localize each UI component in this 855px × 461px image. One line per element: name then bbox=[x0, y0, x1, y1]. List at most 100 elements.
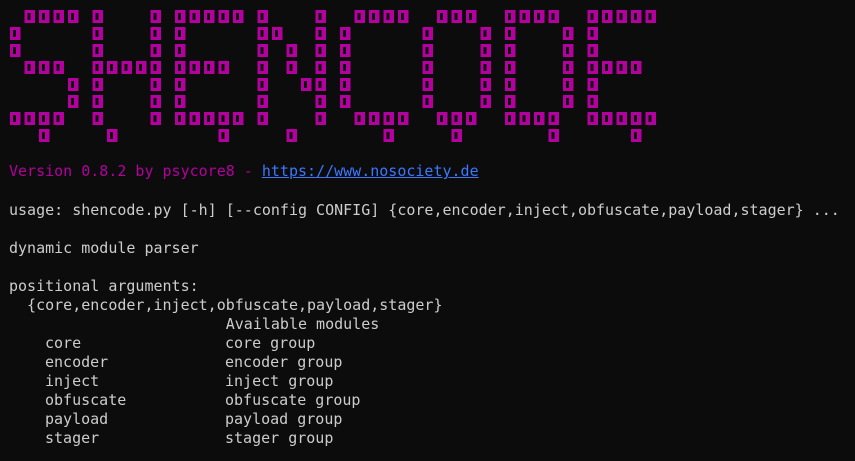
banner-block-stripe bbox=[178, 81, 181, 88]
banner-block-stripe bbox=[386, 132, 390, 139]
banner-block-stripe bbox=[619, 64, 623, 71]
banner-block-stripe bbox=[153, 64, 157, 71]
module-name-encoder: encoder bbox=[45, 353, 109, 371]
banner-block-stripe bbox=[139, 64, 142, 71]
banner-block-stripe bbox=[566, 98, 569, 105]
version-text: Version 0.8.2 by psycore8 - bbox=[9, 162, 262, 180]
banner-block-stripe bbox=[110, 64, 113, 71]
positional-header: positional arguments: bbox=[9, 277, 199, 295]
banner-block-stripe bbox=[634, 13, 637, 20]
banner-block-stripe bbox=[124, 64, 128, 71]
banner-block-stripe bbox=[605, 115, 608, 122]
banner-block-stripe bbox=[401, 13, 404, 20]
banner-block-stripe bbox=[260, 64, 264, 71]
banner-block-stripe bbox=[454, 132, 458, 139]
banner-block-stripe bbox=[27, 13, 31, 20]
banner-block-stripe bbox=[260, 115, 264, 122]
banner-block-stripe bbox=[508, 47, 511, 54]
banner-block-stripe bbox=[56, 64, 60, 71]
banner-block-stripe bbox=[304, 81, 307, 88]
banner-block-stripe bbox=[260, 30, 264, 37]
banner-block-stripe bbox=[483, 81, 487, 88]
banner-block-stripe bbox=[318, 13, 322, 20]
banner-block-stripe bbox=[153, 115, 157, 122]
banner-block-stripe bbox=[590, 98, 594, 105]
banner-block-stripe bbox=[401, 115, 404, 122]
banner-block-stripe bbox=[469, 115, 472, 122]
banner-block-stripe bbox=[566, 47, 569, 54]
module-name-payload: payload bbox=[45, 410, 109, 428]
banner-block-stripe bbox=[566, 64, 569, 71]
banner-block-stripe bbox=[27, 64, 31, 71]
website-link[interactable]: https://www.nosociety.de bbox=[262, 162, 479, 180]
banner-block-stripe bbox=[425, 47, 429, 54]
available-modules-line: Available modules bbox=[9, 315, 380, 333]
banner-block-stripe bbox=[207, 13, 210, 20]
banner-block-stripe bbox=[192, 13, 196, 20]
banner-block-stripe bbox=[260, 47, 264, 54]
terminal-window[interactable]: Version 0.8.2 by psycore8 - https://www.… bbox=[0, 0, 855, 461]
ascii-art-banner bbox=[10, 10, 656, 142]
banner-block-stripe bbox=[522, 115, 526, 122]
banner-block-stripe bbox=[178, 30, 181, 37]
banner-block-stripe bbox=[634, 115, 637, 122]
banner-block-stripe bbox=[95, 81, 99, 88]
module-desc-encoder: encoder group bbox=[225, 353, 343, 371]
banner-block-stripe bbox=[71, 13, 74, 20]
description-line: dynamic module parser bbox=[9, 239, 199, 257]
banner-block-stripe bbox=[110, 132, 113, 139]
version-line: Version 0.8.2 by psycore8 - https://www.… bbox=[9, 162, 479, 181]
banner-block-stripe bbox=[95, 30, 99, 37]
banner-block-stripe bbox=[551, 132, 555, 139]
module-name-core: core bbox=[45, 334, 82, 352]
banner-block-stripe bbox=[343, 47, 346, 54]
banner-block-stripe bbox=[153, 13, 157, 20]
usage-line: usage: shencode.py [-h] [--config CONFIG… bbox=[9, 201, 840, 219]
module-desc-payload: payload group bbox=[225, 410, 343, 428]
banner-block-stripe bbox=[178, 64, 181, 71]
banner-block-stripe bbox=[469, 13, 472, 20]
banner-block-stripe bbox=[508, 13, 511, 20]
module-name-inject: inject bbox=[45, 372, 100, 390]
banner-block-stripe bbox=[153, 81, 157, 88]
banner-block-stripe bbox=[648, 115, 652, 122]
banner-block-stripe bbox=[634, 132, 637, 139]
banner-block-stripe bbox=[590, 115, 594, 122]
banner-block-stripe bbox=[537, 115, 540, 122]
banner-block-stripe bbox=[153, 30, 157, 37]
banner-block-stripe bbox=[95, 64, 99, 71]
banner-block-stripe bbox=[192, 64, 196, 71]
banner-block-stripe bbox=[590, 13, 594, 20]
module-desc-stager: stager group bbox=[225, 429, 334, 447]
banner-block-stripe bbox=[318, 81, 322, 88]
banner-block-stripe bbox=[522, 13, 526, 20]
banner-block-stripe bbox=[42, 64, 45, 71]
module-desc-obfuscate: obfuscate group bbox=[225, 391, 361, 409]
banner-block-stripe bbox=[221, 115, 225, 122]
banner-block-stripe bbox=[566, 30, 569, 37]
banner-block-stripe bbox=[483, 47, 487, 54]
banner-block-stripe bbox=[275, 30, 278, 37]
banner-block-stripe bbox=[318, 115, 322, 122]
banner-block-stripe bbox=[440, 13, 443, 20]
banner-block-stripe bbox=[454, 115, 458, 122]
banner-block-stripe bbox=[590, 81, 594, 88]
banner-block-stripe bbox=[95, 98, 99, 105]
banner-block-stripe bbox=[221, 132, 225, 139]
banner-block-stripe bbox=[13, 115, 16, 122]
banner-block-stripe bbox=[634, 64, 637, 71]
banner-block-stripe bbox=[343, 81, 346, 88]
banner-block-stripe bbox=[537, 13, 540, 20]
banner-block-stripe bbox=[372, 13, 375, 20]
module-name-obfuscate: obfuscate bbox=[45, 391, 127, 409]
banner-block-stripe bbox=[260, 81, 264, 88]
banner-block-stripe bbox=[483, 98, 487, 105]
banner-block-stripe bbox=[440, 115, 443, 122]
module-desc-core: core group bbox=[225, 334, 316, 352]
banner-block-stripe bbox=[153, 47, 157, 54]
banner-block-stripe bbox=[372, 115, 375, 122]
banner-block-stripe bbox=[236, 115, 239, 122]
banner-block-stripe bbox=[508, 81, 511, 88]
banner-block-stripe bbox=[13, 30, 16, 37]
banner-block-stripe bbox=[260, 13, 264, 20]
